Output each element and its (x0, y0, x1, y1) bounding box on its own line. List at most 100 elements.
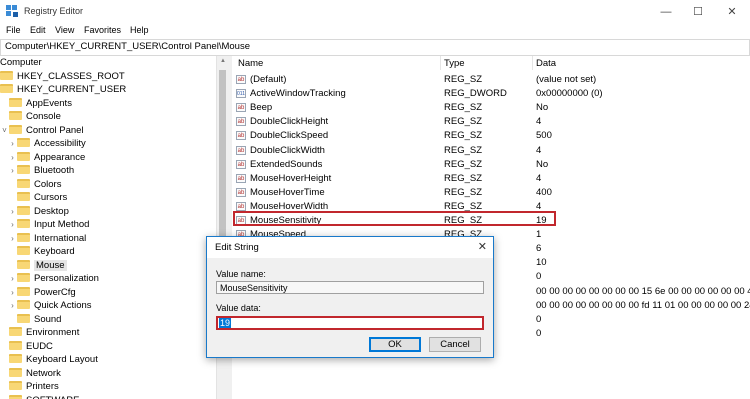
chevron-right-icon[interactable]: › (8, 286, 17, 299)
value-row[interactable]: ab ExtendedSounds REG_SZ No (232, 158, 750, 171)
tree-item-printers[interactable]: Printers (0, 380, 59, 393)
minimize-icon[interactable]: — (652, 3, 680, 21)
maximize-icon[interactable]: ☐ (684, 3, 712, 21)
tree-item-hkey-current-user[interactable]: HKEY_CURRENT_USER (0, 83, 126, 96)
value-row[interactable]: ab DoubleClickHeight REG_SZ 4 (232, 115, 750, 128)
menu-favorites[interactable]: Favorites (84, 25, 121, 35)
column-type-header[interactable]: Type (444, 58, 465, 69)
dialog-title-bar: Edit String ✕ (207, 237, 493, 258)
value-data-text: 19 (219, 318, 232, 328)
close-icon[interactable]: ✕ (478, 240, 487, 253)
chevron-right-icon[interactable]: › (8, 218, 17, 231)
value-data: 10 (536, 257, 547, 269)
chevron-down-icon[interactable]: ˅ (0, 124, 9, 137)
menu-help[interactable]: Help (130, 25, 149, 35)
value-data-label: Value data: (216, 303, 261, 313)
column-data-header[interactable]: Data (536, 58, 556, 69)
chevron-right-icon[interactable]: › (8, 164, 17, 177)
dialog-title: Edit String (215, 242, 259, 253)
chevron-right-icon[interactable]: › (8, 232, 17, 245)
value-data: 19 (536, 215, 547, 226)
folder-icon (17, 313, 30, 323)
tree-item-appearance[interactable]: › Appearance (8, 151, 85, 164)
chevron-right-icon[interactable]: › (8, 151, 17, 164)
tree-item-powercfg[interactable]: › PowerCfg (8, 286, 76, 299)
address-bar[interactable]: Computer\HKEY_CURRENT_USER\Control Panel… (0, 39, 750, 56)
tree-item-label: Control Panel (26, 124, 84, 136)
folder-icon (9, 111, 22, 120)
tree-item-label: Sound (34, 313, 62, 325)
cancel-button[interactable]: Cancel (429, 337, 481, 352)
close-icon[interactable]: ✕ (718, 3, 746, 21)
menu-file[interactable]: File (6, 25, 21, 35)
window-title: Registry Editor (24, 6, 84, 16)
chevron-right-icon[interactable]: › (8, 299, 17, 312)
string-value-icon: ab (236, 187, 246, 197)
value-data: 4 (536, 144, 542, 156)
value-data-input[interactable]: 19 (216, 316, 484, 330)
tree-item-personalization[interactable]: › Personalization (8, 272, 99, 285)
column-divider[interactable] (440, 56, 441, 70)
folder-icon (17, 286, 30, 296)
value-data: 0 (536, 271, 542, 283)
tree-item-label: HKEY_CLASSES_ROOT (17, 70, 125, 82)
folder-icon (17, 138, 30, 147)
chevron-right-icon[interactable]: › (8, 137, 17, 150)
tree-item-computer[interactable]: Computer (0, 56, 42, 69)
column-divider[interactable] (532, 56, 533, 70)
value-type: REG_SZ (444, 130, 483, 142)
value-name: MouseHoverTime (250, 186, 325, 198)
tree-item-software[interactable]: SOFTWARE (0, 394, 79, 399)
tree-item-keyboard-layout[interactable]: Keyboard Layout (0, 353, 98, 366)
ok-button[interactable]: OK (369, 337, 421, 352)
tree-item-network[interactable]: Network (0, 367, 61, 380)
value-data: No (536, 102, 549, 114)
tree-item-hkey-classes-root[interactable]: HKEY_CLASSES_ROOT (0, 70, 125, 83)
tree-item-colors[interactable]: Colors (8, 178, 61, 191)
value-row[interactable]: ab Beep REG_SZ No (232, 101, 750, 114)
tree-item-cursors[interactable]: Cursors (8, 191, 67, 204)
folder-icon (9, 124, 22, 134)
value-row[interactable]: ab DoubleClickSpeed REG_SZ 500 (232, 129, 750, 142)
value-type: REG_SZ (444, 102, 483, 114)
string-value-icon: ab (236, 173, 246, 183)
tree-item-console[interactable]: Console (0, 110, 61, 123)
tree-item-eudc[interactable]: EUDC (0, 340, 53, 353)
tree-item-international[interactable]: › International (8, 232, 86, 245)
value-row[interactable]: 011 ActiveWindowTracking REG_DWORD 0x000000… (232, 87, 750, 100)
tree-item-keyboard[interactable]: Keyboard (8, 245, 75, 258)
chevron-right-icon[interactable]: › (8, 205, 17, 218)
tree-item-quick-actions[interactable]: › Quick Actions (8, 299, 92, 312)
tree-item-label: Keyboard Layout (26, 354, 98, 365)
tree-item-label: Colors (34, 178, 62, 190)
scroll-up-icon[interactable]: ▲ (219, 58, 227, 64)
tree-item-mouse[interactable]: Mouse (8, 259, 67, 272)
tree-item-sound[interactable]: Sound (8, 313, 61, 326)
value-row[interactable]: ab DoubleClickWidth REG_SZ 4 (232, 144, 750, 157)
chevron-right-icon[interactable]: › (8, 272, 17, 285)
highlight-box (233, 211, 556, 226)
registry-editor-icon (6, 5, 18, 17)
string-value-icon: ab (236, 75, 246, 84)
tree-item-environment[interactable]: Environment (0, 326, 79, 339)
tree-item-accessibility[interactable]: › Accessibility (8, 137, 86, 150)
tree-item-bluetooth[interactable]: › Bluetooth (8, 164, 74, 177)
value-row[interactable]: ab MouseHoverHeight REG_SZ 4 (232, 172, 750, 185)
menu-edit[interactable]: Edit (30, 25, 46, 35)
string-value-icon: ab (236, 103, 246, 113)
address-path: Computer\HKEY_CURRENT_USER\Control Panel… (5, 41, 250, 52)
value-data: No (536, 158, 549, 170)
menu-view[interactable]: View (55, 25, 74, 35)
tree-item-desktop[interactable]: › Desktop (8, 205, 69, 218)
value-row[interactable]: ab MouseHoverTime REG_SZ 400 (232, 186, 750, 199)
tree-item-label: Personalization (34, 273, 99, 284)
tree-item-appevents[interactable]: AppEvents (0, 97, 72, 110)
column-name-header[interactable]: Name (238, 58, 263, 69)
value-row[interactable]: ab (Default) REG_SZ (value not set) (232, 73, 750, 86)
folder-icon (17, 178, 30, 188)
tree-item-input-method[interactable]: › Input Method (8, 218, 89, 231)
value-name: ActiveWindowTracking (250, 88, 346, 100)
folder-icon (17, 300, 30, 309)
value-data: 0x00000000 (0) (536, 88, 603, 100)
tree-item-control-panel[interactable]: ˅ Control Panel (0, 124, 84, 137)
